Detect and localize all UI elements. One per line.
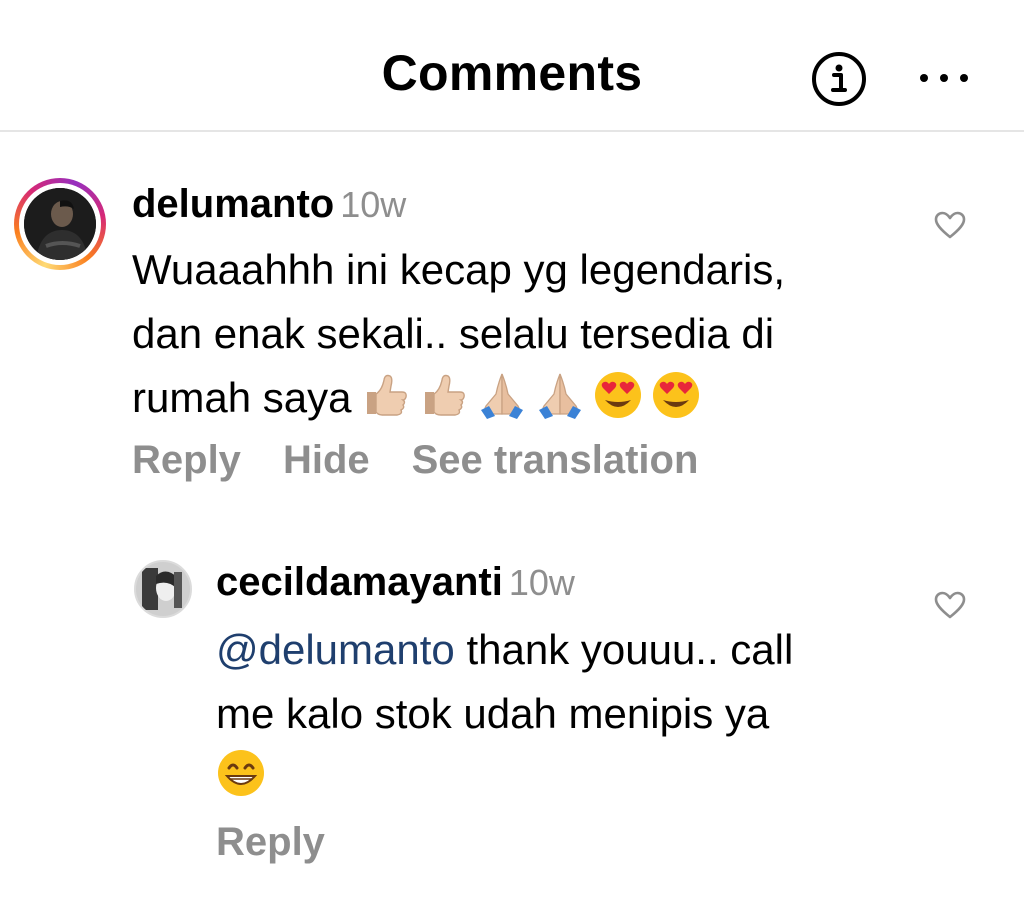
heart-outline-icon[interactable] (934, 590, 966, 620)
more-horizontal-icon (920, 74, 928, 82)
reply-line: @delumanto thank youuu.. call (216, 618, 916, 682)
comment-line: rumah saya (132, 374, 352, 421)
reply-button[interactable]: Reply (132, 438, 241, 482)
reply-text: @delumanto thank youuu.. call me kalo st… (216, 618, 916, 810)
comment-line: Wuaaahhh ini kecap yg legendaris, (132, 246, 785, 293)
comment-line-with-emoji: rumah saya (132, 366, 912, 430)
reply-item: cecildamayanti 10w @delumanto thank youuu… (0, 540, 1024, 898)
hide-button[interactable]: Hide (283, 438, 370, 482)
comment-text: Wuaaahhh ini kecap yg legendaris, dan en… (132, 238, 912, 430)
comment-line: dan enak sekali.. selalu tersedia di (132, 310, 775, 357)
info-button[interactable] (810, 50, 868, 108)
comment-time: 10w (340, 184, 407, 225)
heart-eyes-emoji-icon (653, 372, 700, 418)
reply-actions: Reply (216, 820, 367, 865)
page-title: Comments (381, 45, 643, 101)
person-photo-icon (24, 188, 96, 260)
more-dot (960, 74, 968, 82)
thumbs-up-emoji-icon (425, 374, 466, 416)
reply-line-text: thank youuu.. call (454, 626, 794, 673)
reply-button[interactable]: Reply (216, 820, 325, 864)
comment-meta: delumanto 10w (132, 182, 406, 227)
username[interactable]: delumanto (132, 182, 334, 226)
see-translation-button[interactable]: See translation (412, 438, 699, 482)
reply-meta: cecildamayanti 10w (216, 560, 575, 605)
reply-time: 10w (508, 562, 575, 603)
comments-header: Comments (0, 0, 1024, 132)
more-dot (940, 74, 948, 82)
heart-outline-icon[interactable] (934, 210, 966, 240)
avatar[interactable] (134, 560, 192, 618)
reply-emoji-line (216, 746, 916, 810)
person-photo-icon (136, 562, 190, 616)
folded-hands-emoji-icon (481, 373, 524, 419)
username[interactable]: cecildamayanti (216, 560, 503, 604)
avatar (24, 188, 96, 260)
reply-line-text: me kalo stok udah menipis ya (216, 690, 770, 737)
more-options-button[interactable] (920, 66, 968, 90)
grinning-face-emoji-icon (218, 750, 264, 796)
thumbs-up-emoji-icon (367, 374, 408, 416)
avatar-story-ring[interactable] (14, 178, 106, 270)
emoji-row (361, 370, 701, 420)
comment-actions: Reply Hide See translation (132, 438, 740, 483)
mention-link[interactable]: @delumanto (216, 626, 455, 673)
folded-hands-emoji-icon (539, 373, 582, 419)
heart-eyes-emoji-icon (595, 372, 642, 418)
comment-item: delumanto 10w Wuaaahhh ini kecap yg legen… (0, 132, 1024, 512)
info-circle-icon (812, 52, 866, 106)
